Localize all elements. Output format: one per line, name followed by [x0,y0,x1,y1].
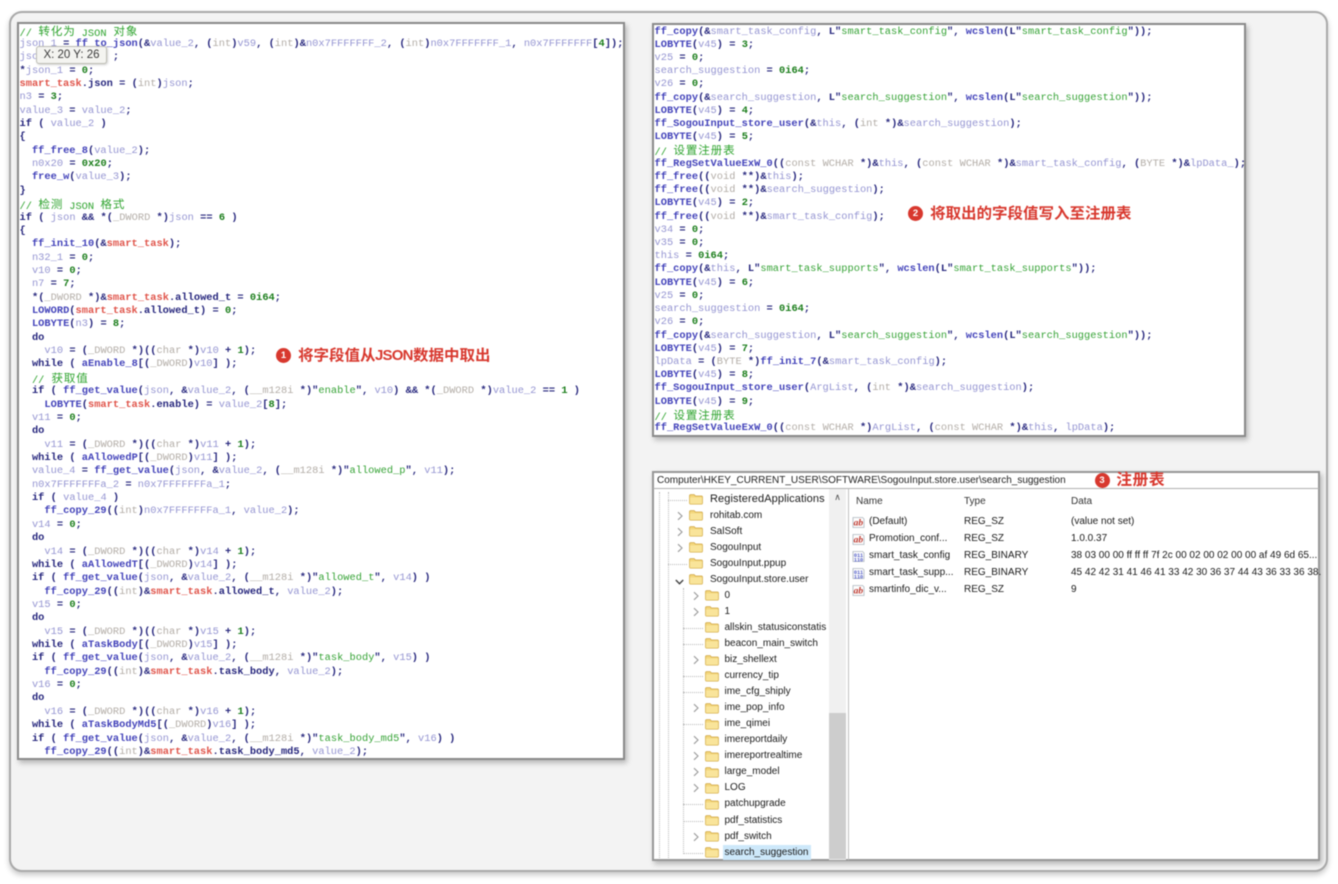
svg-text:110: 110 [854,557,863,563]
svg-text:110: 110 [854,574,863,580]
svg-text:ab: ab [854,587,864,597]
svg-text:ab: ab [854,519,864,529]
svg-text:ab: ab [854,536,864,546]
